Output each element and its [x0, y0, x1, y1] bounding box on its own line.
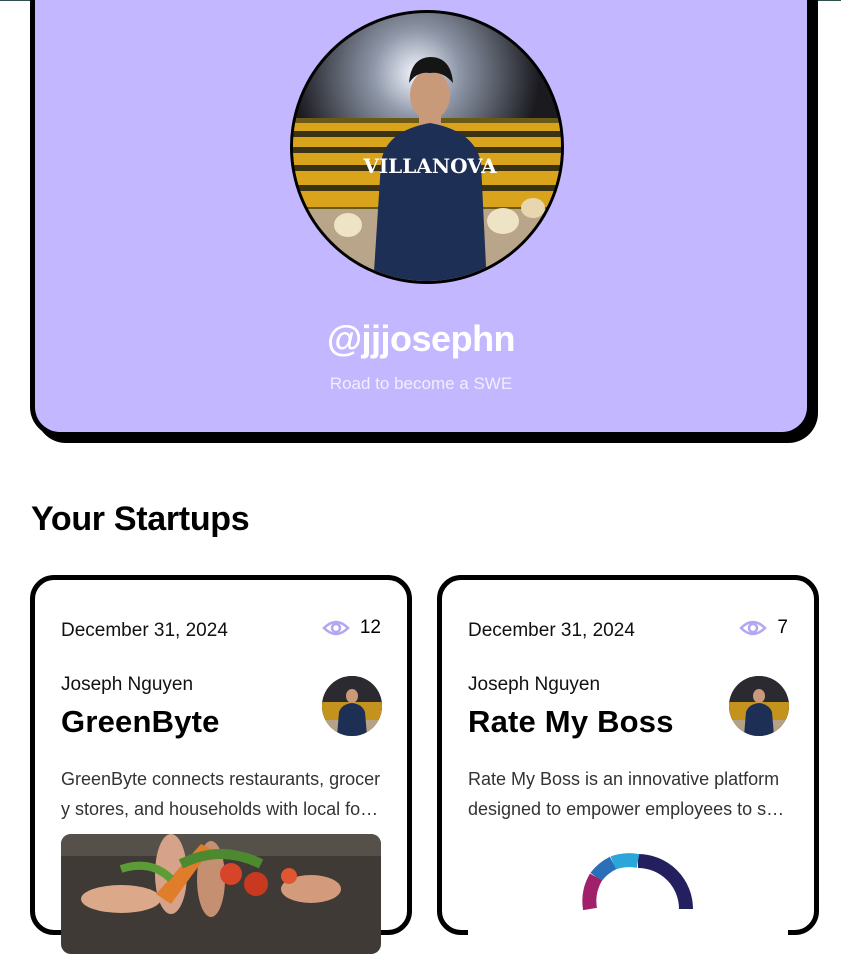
svg-text:VILLANOVA: VILLANOVA: [362, 154, 497, 178]
startup-date: December 31, 2024: [468, 620, 635, 641]
startup-image[interactable]: [468, 834, 788, 954]
author-avatar[interactable]: [322, 676, 382, 736]
startup-date: December 31, 2024: [61, 620, 228, 641]
author-avatar[interactable]: [729, 676, 789, 736]
startup-description: Rate My Boss is an innovative platform d…: [468, 769, 787, 819]
profile-photo-image: VILLANOVA: [293, 13, 561, 281]
startup-image[interactable]: [61, 834, 381, 954]
eye-icon: [739, 620, 768, 636]
author-photo-image: [322, 676, 382, 736]
startup-description: GreenByte connects restaurants, grocery …: [61, 769, 381, 819]
startup-card[interactable]: December 31, 2024 12 Joseph Nguyen Green…: [30, 575, 412, 954]
author-photo-image: [729, 676, 789, 736]
profile-bio: Road to become a SWE: [329, 374, 513, 393]
author-name[interactable]: Joseph Nguyen: [61, 674, 193, 696]
startup-title[interactable]: Rate My Boss: [468, 704, 674, 740]
startup-card[interactable]: December 31, 2024 7 Joseph Nguyen Rate M…: [437, 575, 819, 954]
startup-title[interactable]: GreenByte: [61, 704, 220, 740]
profile-avatar: VILLANOVA: [290, 10, 564, 284]
donut-logo-image: [468, 834, 788, 954]
views-number: 7: [777, 617, 788, 638]
eye-icon: [322, 620, 350, 636]
views-number: 12: [359, 617, 381, 638]
author-name[interactable]: Joseph Nguyen: [468, 674, 600, 696]
profile-card: VILLANOVA @jjjosephn Road to become a SW…: [30, 0, 812, 437]
vegetables-image: [61, 834, 381, 954]
views-count: 12: [322, 617, 381, 639]
section-title: Your Startups: [31, 500, 250, 538]
views-count: 7: [739, 617, 788, 639]
profile-username: @jjjosephn: [326, 318, 516, 359]
